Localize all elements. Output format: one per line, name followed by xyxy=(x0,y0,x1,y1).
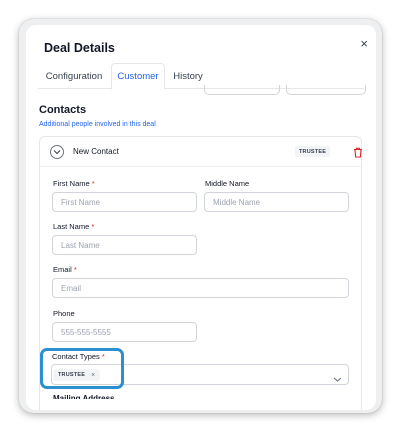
contact-name: New Contact xyxy=(73,147,119,156)
contact-card-header[interactable]: New Contact TRUSTEE xyxy=(40,137,363,167)
contacts-title: Contacts xyxy=(39,104,87,116)
first-name-label: First Name * xyxy=(53,179,95,188)
mailing-address-label: Mailing Address xyxy=(53,394,115,399)
contacts-subtitle: Additional people involved in this deal xyxy=(39,121,156,128)
trash-icon[interactable] xyxy=(353,145,363,163)
middle-name-input[interactable]: Middle Name xyxy=(204,192,349,212)
phone-input[interactable]: 555-555-5555 xyxy=(52,322,197,342)
chevron-down-icon[interactable] xyxy=(50,145,64,159)
focus-highlight xyxy=(40,348,124,389)
middle-name-label: Middle Name xyxy=(205,179,250,188)
contact-type-badge: TRUSTEE xyxy=(295,146,331,157)
phone-label: Phone xyxy=(53,309,75,318)
last-name-label: Last Name * xyxy=(53,222,95,231)
email-label: Email * xyxy=(53,265,77,274)
last-name-input[interactable]: Last Name xyxy=(52,235,197,255)
email-input[interactable]: Email xyxy=(52,278,349,298)
first-name-input[interactable]: First Name xyxy=(52,192,197,212)
chevron-down-icon[interactable] xyxy=(333,370,342,388)
